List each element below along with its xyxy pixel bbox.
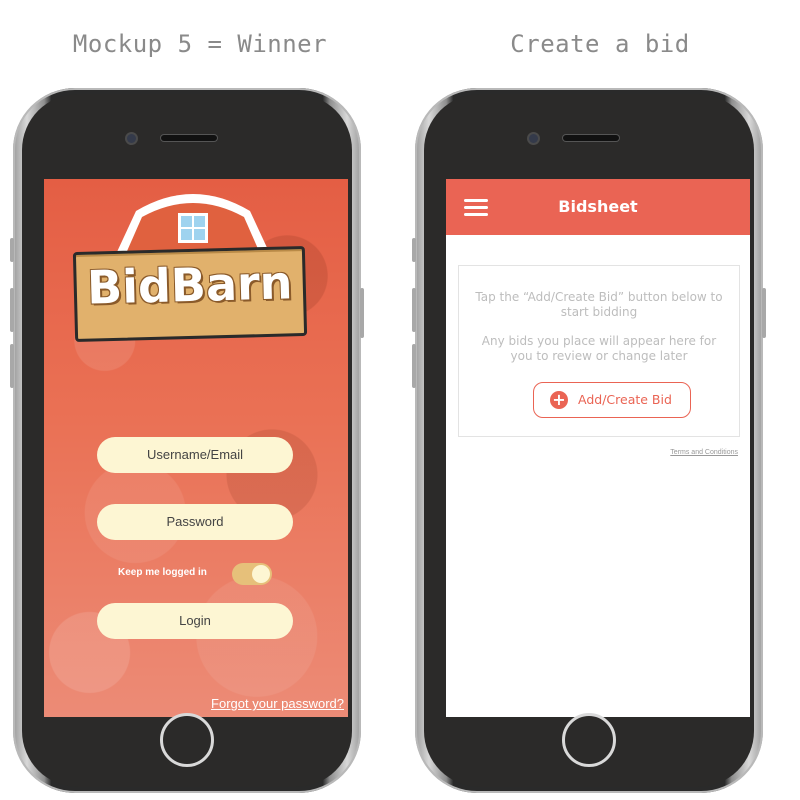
login-button[interactable]: Login (97, 603, 293, 639)
toggle-knob (252, 565, 270, 583)
power-button (360, 288, 364, 338)
password-input[interactable]: Password (97, 504, 293, 540)
front-camera (127, 134, 136, 143)
caption-mockup: Mockup 5 = Winner (72, 30, 328, 58)
terms-link[interactable]: Terms and Conditions (670, 449, 738, 456)
front-camera (529, 134, 538, 143)
keep-logged-in-toggle[interactable] (232, 563, 272, 585)
earpiece-speaker (563, 135, 619, 141)
home-button[interactable] (160, 713, 214, 767)
username-input[interactable]: Username/Email (97, 437, 293, 473)
empty-instruction-text: Tap the “Add/Create Bid” button below to… (475, 290, 723, 319)
mute-switch (10, 238, 14, 262)
phone-body: Bidsheet Tap the “Add/Create Bid” button… (424, 94, 754, 787)
empty-info-text: Any bids you place will appear here for … (481, 334, 717, 363)
mute-switch (412, 238, 416, 262)
volume-down-button (412, 344, 416, 388)
app-bar: Bidsheet (446, 179, 750, 235)
volume-up-button (10, 288, 14, 332)
logo-text: BidBarn (86, 255, 294, 315)
phone-body: BidBarn Username/Email Password Keep me … (22, 94, 352, 787)
login-screen: BidBarn Username/Email Password Keep me … (44, 179, 348, 717)
add-create-bid-button[interactable]: + Add/Create Bid (533, 382, 691, 418)
phone-frame-bidsheet: Bidsheet Tap the “Add/Create Bid” button… (412, 88, 766, 793)
volume-down-button (10, 344, 14, 388)
keep-logged-in-label: Keep me logged in (118, 567, 207, 578)
phone-frame-login: BidBarn Username/Email Password Keep me … (10, 88, 364, 793)
bidbarn-logo: BidBarn (72, 245, 308, 343)
plus-circle-icon: + (550, 391, 568, 409)
empty-bids-card: Tap the “Add/Create Bid” button below to… (458, 265, 740, 437)
earpiece-speaker (161, 135, 217, 141)
caption-create-bid: Create a bid (510, 30, 690, 58)
add-create-bid-label: Add/Create Bid (578, 392, 672, 407)
power-button (762, 288, 766, 338)
page-title: Bidsheet (558, 197, 638, 216)
bidsheet-screen: Bidsheet Tap the “Add/Create Bid” button… (446, 179, 750, 717)
volume-up-button (412, 288, 416, 332)
forgot-password-link[interactable]: Forgot your password? (211, 696, 344, 711)
home-button[interactable] (562, 713, 616, 767)
